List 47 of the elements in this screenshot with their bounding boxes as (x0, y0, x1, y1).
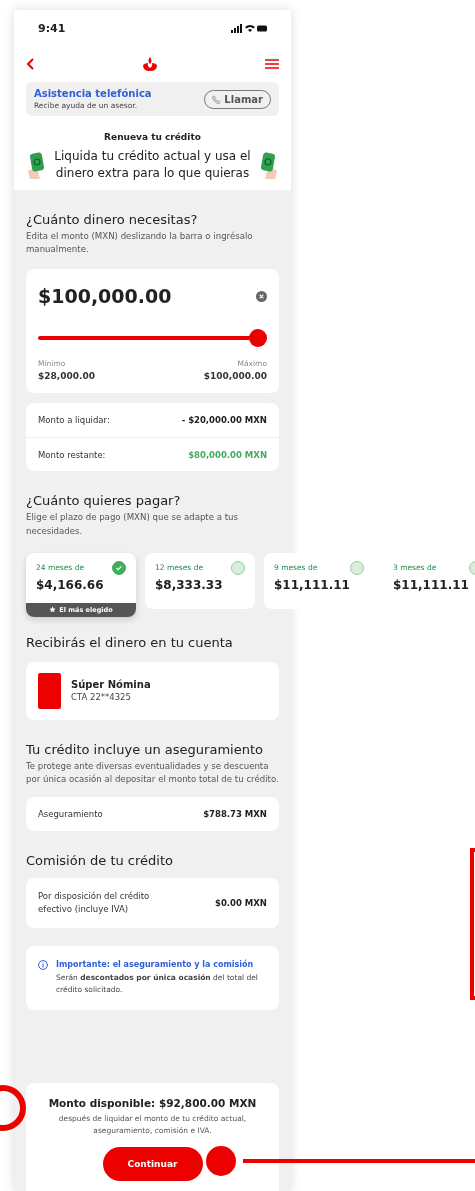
menu-icon[interactable] (265, 59, 279, 69)
summary-label: Monto restante: (38, 449, 106, 460)
plan-radio[interactable] (350, 560, 364, 575)
section-heading: ¿Cuánto dinero necesitas? (26, 211, 199, 227)
account-name: Súper Nómina (71, 679, 151, 691)
summary-value: - $20,000.00 MXN (181, 415, 267, 426)
check-icon (115, 563, 123, 572)
account-number: CTA 22**4325 (71, 692, 132, 703)
available-amount: Monto disponible: $92,800.00 MXN (48, 1097, 257, 1109)
plan-radio[interactable] (231, 560, 245, 575)
insurance-label: Aseguramiento (38, 809, 103, 820)
section-heading: ¿Cuánto quieres pagar? (26, 493, 182, 509)
min-value: $28,000.00 (38, 371, 95, 382)
section-heading: Tu crédito incluye un aseguramiento (26, 741, 264, 757)
summary-label: Monto a liquidar: (38, 415, 110, 426)
section-heading: Recibirás el dinero en tu cuenta (26, 634, 234, 650)
slider-thumb[interactable] (249, 329, 267, 348)
plan-radio[interactable] (112, 560, 126, 575)
status-time: 9:41 (38, 21, 66, 35)
info-icon (38, 960, 48, 971)
continue-button[interactable]: Continuar (102, 1147, 203, 1181)
status-icons (231, 23, 267, 33)
section-heading: Comisión de tu crédito (26, 853, 174, 869)
section-subtitle: Te protege ante diversas eventualidades y se descuenta por única ocasión al depositar el monto total de tu crédito. (26, 759, 279, 787)
plan-amount: $11,111.11 (274, 577, 351, 592)
commission-value: $0.00 MXN (215, 898, 267, 909)
star-icon (49, 606, 57, 614)
section-subtitle: Edita el monto (MXN) deslizando la barra o ingrésalo manualmente. (26, 229, 254, 257)
flame-logo-icon (141, 57, 158, 71)
promo-text: Liquida tu crédito actual y usa el dinero extra para lo que quieras (53, 148, 252, 182)
insurance-value: $788.73 MXN (203, 809, 267, 820)
notice-title: Importante: el aseguramiento y la comisión (56, 960, 255, 970)
plan-amount: $8,333.33 (155, 577, 224, 592)
commission-label: Por disposición del crédito efectivo (incluye IVA) (38, 889, 151, 917)
summary-value: $80,000.00 MXN (188, 449, 267, 460)
promo-title: Renueva tu crédito (103, 132, 202, 142)
phone-icon (212, 94, 222, 104)
section-subtitle: Elige el plazo de pago (MXN) que se adapte a tus necesidades. (26, 511, 240, 538)
max-value: $100,000.00 (203, 371, 267, 382)
back-icon[interactable] (26, 58, 34, 70)
amount-value[interactable]: $100,000.00 (38, 285, 172, 308)
clear-icon[interactable] (256, 290, 267, 302)
assistance-title: Asistencia telefónica (34, 88, 152, 99)
plan-amount: $4,166.66 (36, 577, 105, 592)
plan-amount: $11,111.11 (393, 577, 470, 592)
amount-slider[interactable] (38, 329, 267, 348)
bank-card-image (38, 672, 61, 709)
